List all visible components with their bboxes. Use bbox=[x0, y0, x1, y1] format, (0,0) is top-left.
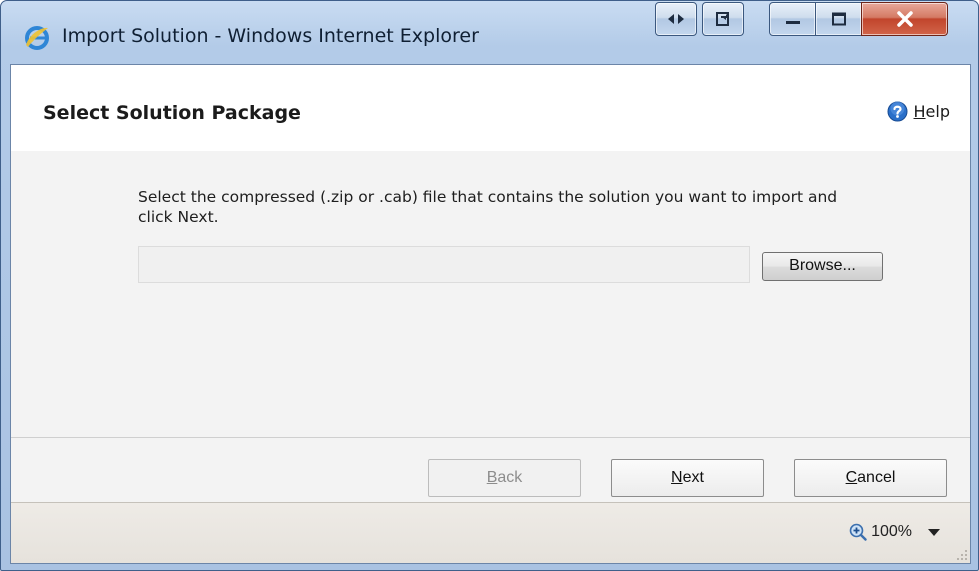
close-icon bbox=[896, 11, 913, 27]
zoom-icon bbox=[849, 523, 867, 541]
status-bar: 100% bbox=[11, 502, 970, 563]
cancel-button[interactable]: Cancel bbox=[794, 459, 947, 497]
compatibility-view-button[interactable] bbox=[655, 2, 697, 36]
maximize-icon bbox=[831, 12, 846, 26]
cancel-access-key: C bbox=[845, 469, 858, 486]
help-label[interactable]: Help bbox=[914, 102, 950, 121]
file-path-input[interactable] bbox=[138, 246, 750, 283]
back-access-key: B bbox=[486, 469, 498, 486]
next-access-key: N bbox=[671, 469, 683, 486]
compatibility-view-icon bbox=[668, 14, 684, 24]
minimize-icon bbox=[785, 21, 800, 24]
back-button[interactable]: Back bbox=[428, 459, 581, 497]
help-icon bbox=[887, 101, 908, 122]
dialog-body: Select the compressed (.zip or .cab) fil… bbox=[11, 151, 970, 437]
minimize-button[interactable] bbox=[769, 2, 816, 36]
browser-window: Import Solution - Windows Internet Explo… bbox=[0, 0, 979, 571]
resize-grip-icon[interactable] bbox=[956, 549, 968, 561]
dialog-title: Select Solution Package bbox=[43, 102, 301, 124]
chevron-down-icon[interactable] bbox=[928, 529, 940, 537]
dialog-header: Select Solution Package Help bbox=[11, 65, 970, 151]
popout-icon bbox=[716, 12, 729, 26]
help-access-key: H bbox=[913, 102, 926, 121]
instruction-text: Select the compressed (.zip or .cab) fil… bbox=[138, 188, 838, 226]
help-link[interactable]: Help bbox=[887, 101, 950, 122]
window-title: Import Solution - Windows Internet Explo… bbox=[62, 25, 479, 47]
popout-button[interactable] bbox=[702, 2, 744, 36]
internet-explorer-icon bbox=[25, 26, 49, 50]
next-button[interactable]: Next bbox=[611, 459, 764, 497]
back-label-rest: ack bbox=[497, 469, 523, 486]
dialog-footer: Back Next Cancel bbox=[11, 438, 970, 502]
title-bar[interactable]: Import Solution - Windows Internet Explo… bbox=[1, 1, 978, 63]
zoom-control[interactable]: 100% bbox=[849, 523, 912, 541]
next-label-rest: ext bbox=[682, 469, 704, 486]
close-button[interactable] bbox=[861, 2, 948, 36]
browse-button[interactable]: Browse... bbox=[762, 252, 883, 281]
cancel-label-rest: ancel bbox=[857, 469, 896, 486]
zoom-level: 100% bbox=[871, 523, 912, 540]
dialog-content: Select Solution Package Help Select the … bbox=[10, 64, 971, 564]
maximize-button[interactable] bbox=[815, 2, 862, 36]
help-label-rest: elp bbox=[925, 102, 950, 121]
